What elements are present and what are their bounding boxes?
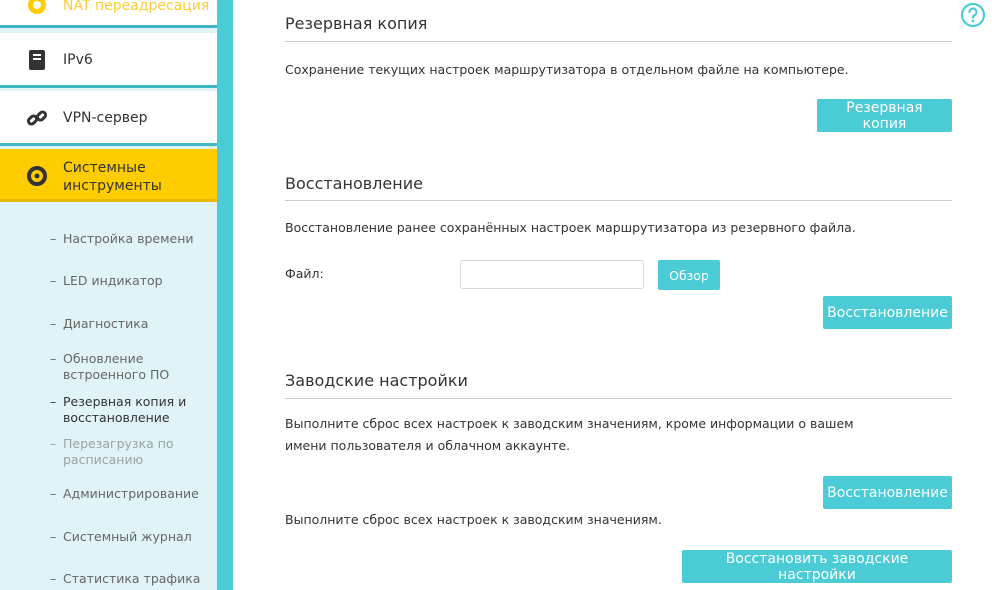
link-icon	[25, 106, 49, 130]
file-label: Файл:	[285, 266, 324, 281]
factory-description-full: Выполните сброс всех настроек к заводски…	[285, 512, 662, 527]
sidebar-item-label: IPv6	[63, 52, 93, 68]
browse-button[interactable]: Обзор	[658, 260, 720, 290]
divider	[285, 200, 952, 201]
factory-title: Заводские настройки	[285, 371, 468, 390]
file-input[interactable]	[460, 260, 644, 289]
ipv6-icon	[25, 48, 49, 72]
sidebar-item-label: VPN-сервер	[63, 110, 148, 126]
restore-description: Восстановление ранее сохранённых настрое…	[285, 220, 856, 235]
sidebar-item-system-tools[interactable]: Системные инструменты	[0, 149, 217, 202]
sidebar-edge	[217, 0, 233, 590]
sidebar-item-nat[interactable]: NAT переадресация	[0, 0, 217, 28]
gear-icon	[25, 164, 49, 188]
sidebar-item-vpn[interactable]: VPN-сервер	[0, 91, 217, 146]
backup-description: Сохранение текущих настроек маршрутизато…	[285, 62, 849, 77]
sidebar-item-ipv6[interactable]: IPv6	[0, 33, 217, 88]
divider	[285, 41, 952, 42]
help-icon[interactable]	[960, 2, 986, 28]
nat-icon	[25, 0, 49, 17]
factory-restore-partial-button[interactable]: Восстановление	[823, 476, 952, 509]
sidebar-item-label: NAT переадресация	[63, 0, 210, 14]
restore-title: Восстановление	[285, 174, 423, 193]
sidebar-item-label: Системные инструменты	[63, 160, 162, 194]
backup-title: Резервная копия	[285, 14, 428, 33]
backup-button[interactable]: Резервная копия	[817, 99, 952, 132]
divider	[285, 398, 952, 399]
factory-description-partial: Выполните сброс всех настроек к заводски…	[285, 416, 854, 453]
factory-reset-button[interactable]: Восстановить заводские настройки	[682, 550, 952, 583]
restore-button[interactable]: Восстановление	[823, 296, 952, 329]
